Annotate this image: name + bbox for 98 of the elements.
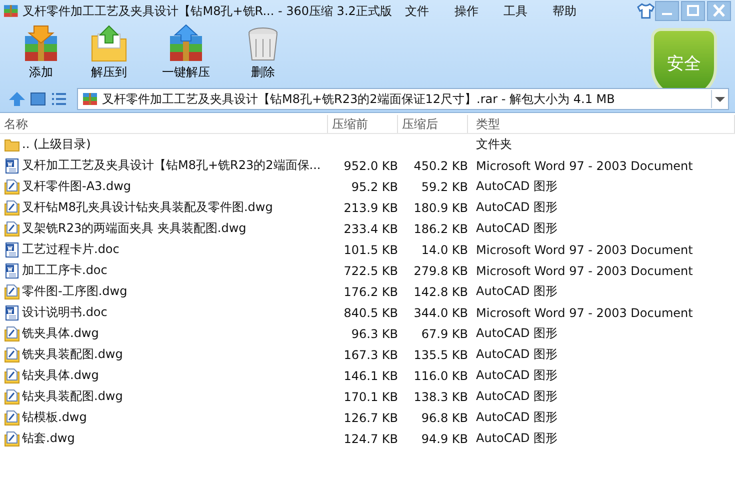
address-field[interactable]: 叉杆零件加工工艺及夹具设计【钻M8孔+铣R23的2端面保证12尺寸】.rar - 解包大小为 4.1 MB xyxy=(77,88,729,110)
size-after: 96.8 KB xyxy=(420,410,468,424)
column-header[interactable]: 压缩后 xyxy=(398,115,468,133)
size-after: 135.5 KB xyxy=(412,348,468,362)
file-type: Microsoft Word 97 - 2003 Document xyxy=(475,242,694,256)
drawing-file-icon xyxy=(4,388,20,404)
size-after: 67.9 KB xyxy=(420,326,468,340)
menu-item[interactable]: 工具 xyxy=(490,2,540,20)
drawing-file-icon xyxy=(4,346,20,362)
file-name[interactable]: 叉架铣R23的两端面夹具 夹具装配图.dwg xyxy=(22,220,246,237)
file-name[interactable]: 零件图-工序图.dwg xyxy=(22,283,128,300)
word-document-icon xyxy=(4,262,20,278)
word-document-icon xyxy=(4,158,20,174)
file-name[interactable]: 铣夹具体.dwg xyxy=(22,325,99,342)
size-before: 170.1 KB xyxy=(342,390,398,404)
file-name[interactable]: 钻夹具装配图.dwg xyxy=(22,388,123,405)
list-view-icon[interactable] xyxy=(50,90,68,108)
size-before: 146.1 KB xyxy=(342,368,398,382)
size-before: 101.5 KB xyxy=(342,242,398,256)
drawing-file-icon xyxy=(4,284,20,300)
word-document-icon xyxy=(4,304,20,320)
drawing-file-icon xyxy=(4,200,20,216)
file-type: AutoCAD 图形 xyxy=(475,367,559,384)
file-name[interactable]: 铣夹具装配图.dwg xyxy=(22,346,123,363)
drawing-file-icon xyxy=(4,326,20,342)
shirt-icon[interactable] xyxy=(637,3,656,19)
file-type: AutoCAD 图形 xyxy=(475,220,559,237)
file-name[interactable]: 钻模板.dwg xyxy=(22,409,87,426)
file-type: Microsoft Word 97 - 2003 Document xyxy=(475,306,694,320)
size-after: 279.8 KB xyxy=(412,264,468,278)
size-after: 186.2 KB xyxy=(412,222,468,236)
file-name[interactable]: 叉杆加工工艺及夹具设计【钻M8孔+铣R23的2端面保... xyxy=(22,157,321,174)
column-header[interactable]: 类型 xyxy=(468,115,735,133)
size-after: 94.9 KB xyxy=(420,432,468,446)
file-name[interactable]: 加工工序卡.doc xyxy=(22,262,108,279)
folder-icon xyxy=(4,136,20,152)
size-before: 176.2 KB xyxy=(342,284,398,298)
word-document-icon xyxy=(4,242,20,258)
toolbar-button[interactable]: 删除 xyxy=(232,22,294,83)
size-before: 233.4 KB xyxy=(342,222,398,236)
toolbar-button[interactable]: 解压到 xyxy=(78,22,140,83)
drawing-file-icon xyxy=(4,430,20,446)
archive-icon xyxy=(3,3,19,19)
file-type: 文件夹 xyxy=(475,136,513,153)
dropdown-icon[interactable] xyxy=(711,90,728,108)
toolbar-button[interactable]: 一键解压 xyxy=(146,22,226,83)
menu-item[interactable]: 帮助 xyxy=(540,2,590,20)
file-name[interactable]: 工艺过程卡片.doc xyxy=(22,241,120,258)
size-after: 344.0 KB xyxy=(412,306,468,320)
file-type: Microsoft Word 97 - 2003 Document xyxy=(475,264,694,278)
file-name[interactable]: .. (上级目录) xyxy=(22,136,91,153)
close-icon[interactable] xyxy=(707,1,732,21)
drawing-file-icon xyxy=(4,410,20,426)
file-type: AutoCAD 图形 xyxy=(475,430,559,447)
minimize-icon[interactable] xyxy=(655,1,680,21)
archive-icon xyxy=(82,91,98,107)
file-name[interactable]: 钻夹具体.dwg xyxy=(22,367,99,384)
menu-item[interactable]: 操作 xyxy=(442,2,491,20)
size-after: 116.0 KB xyxy=(412,368,468,382)
size-before: 124.7 KB xyxy=(342,432,398,446)
size-before: 722.5 KB xyxy=(342,264,398,278)
size-before: 95.2 KB xyxy=(350,180,398,194)
size-before: 213.9 KB xyxy=(342,200,398,214)
file-name[interactable]: 钻套.dwg xyxy=(22,430,75,447)
size-after: 138.3 KB xyxy=(412,390,468,404)
size-after: 180.9 KB xyxy=(412,200,468,214)
drawing-file-icon xyxy=(4,368,20,384)
column-header[interactable]: 名称 xyxy=(0,115,328,133)
file-type: AutoCAD 图形 xyxy=(475,346,559,363)
size-after: 142.8 KB xyxy=(412,284,468,298)
file-type: Microsoft Word 97 - 2003 Document xyxy=(475,158,694,172)
size-after: 14.0 KB xyxy=(420,242,468,256)
file-type: AutoCAD 图形 xyxy=(475,283,559,300)
file-type: AutoCAD 图形 xyxy=(475,325,559,342)
thumbnail-view-icon[interactable] xyxy=(29,90,47,108)
size-before: 840.5 KB xyxy=(342,306,398,320)
file-type: AutoCAD 图形 xyxy=(475,388,559,405)
folder-icon xyxy=(89,24,129,64)
file-name[interactable]: 叉杆钻M8孔夹具设计钻夹具装配及零件图.dwg xyxy=(22,199,273,216)
file-type: AutoCAD 图形 xyxy=(475,178,559,195)
column-header[interactable]: 压缩前 xyxy=(328,115,398,133)
size-before: 96.3 KB xyxy=(350,326,398,340)
file-name[interactable]: 叉杆零件图-A3.dwg xyxy=(22,178,132,195)
menu-item[interactable]: 文件 xyxy=(392,2,442,20)
toolbar-button[interactable]: 添加 xyxy=(10,22,72,83)
size-after: 59.2 KB xyxy=(420,180,468,194)
drawing-file-icon xyxy=(4,220,20,236)
file-type: AutoCAD 图形 xyxy=(475,409,559,426)
file-type: AutoCAD 图形 xyxy=(475,199,559,216)
file-name[interactable]: 设计说明书.doc xyxy=(22,304,108,321)
size-before: 952.0 KB xyxy=(342,158,398,172)
maximize-icon[interactable] xyxy=(681,1,706,21)
size-before: 126.7 KB xyxy=(342,410,398,424)
up-arrow-icon[interactable] xyxy=(8,90,26,108)
drawing-file-icon xyxy=(4,178,20,194)
size-after: 450.2 KB xyxy=(412,158,468,172)
size-before: 167.3 KB xyxy=(342,348,398,362)
window-title: 叉杆零件加工工艺及夹具设计【钻M8孔+铣R... - 360压缩 3.2正式版 xyxy=(22,2,393,20)
